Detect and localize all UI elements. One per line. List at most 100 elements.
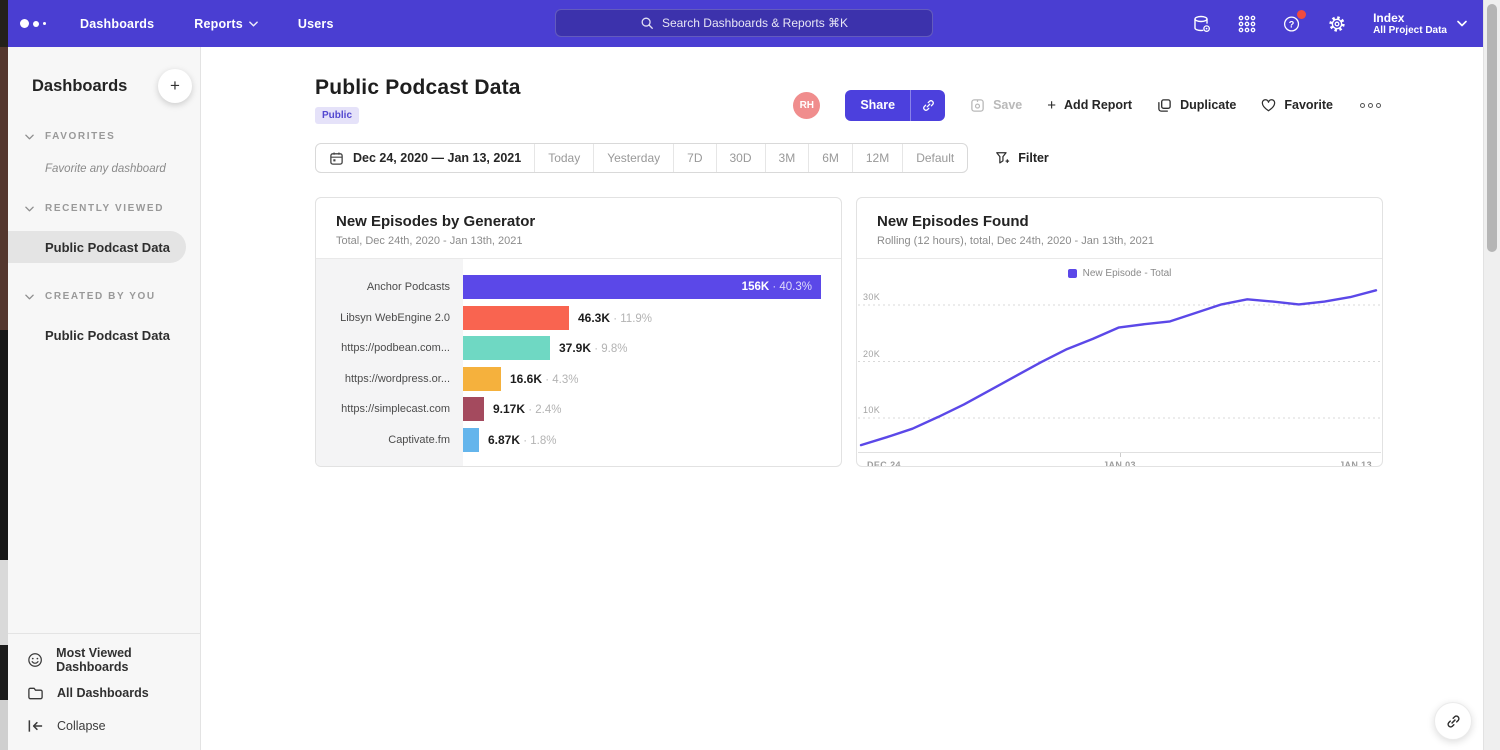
chevron-down-icon [25,294,34,300]
notification-dot [1297,10,1306,19]
bar-value-label: 37.9K · 9.8% [559,341,627,355]
bar[interactable] [463,306,569,330]
data-management-icon[interactable] [1191,13,1213,35]
search-placeholder: Search Dashboards & Reports ⌘K [662,16,848,30]
card-title: New Episodes by Generator [336,213,821,230]
nav-reports-label: Reports [194,17,243,31]
preset-6m[interactable]: 6M [808,144,852,172]
filter-button[interactable]: Filter [995,150,1049,166]
preset-12m[interactable]: 12M [852,144,902,172]
bar-row[interactable]: 46.3K · 11.9% [463,303,841,334]
all-dashboards-label: All Dashboards [57,686,149,700]
search-input[interactable]: Search Dashboards & Reports ⌘K [555,9,933,37]
favorites-empty-text: Favorite any dashboard [8,163,200,175]
gear-icon[interactable] [1326,13,1348,35]
plus-icon: + [170,76,180,96]
nav-users-label: Users [298,17,334,31]
duplicate-label: Duplicate [1180,98,1236,112]
favorite-label: Favorite [1284,98,1333,112]
bar[interactable] [463,428,479,452]
date-range-picker[interactable]: Dec 24, 2020 — Jan 13, 2021 [316,144,534,172]
preset-3m[interactable]: 3M [765,144,809,172]
share-button[interactable]: Share [845,90,945,121]
logo-dots-icon[interactable] [20,19,46,28]
bar[interactable] [463,397,484,421]
bar[interactable] [463,336,550,360]
bar-value-label: 9.17K · 2.4% [493,402,561,416]
all-dashboards-button[interactable]: All Dashboards [8,676,200,709]
collapse-sidebar-button[interactable]: Collapse [8,709,200,742]
scrollbar-thumb[interactable] [1487,4,1497,252]
sidebar-item-public-podcast-data-created[interactable]: Public Podcast Data [8,319,200,351]
line-chart: 10K20K30K [858,285,1381,452]
legend-swatch [1068,269,1077,278]
bar-row[interactable]: 6.87K · 1.8% [463,425,841,456]
sidebar-item-public-podcast-data[interactable]: Public Podcast Data [8,231,186,263]
folder-icon [27,685,44,701]
section-recently-viewed[interactable]: RECENTLY VIEWED [8,203,200,214]
nav-dashboards[interactable]: Dashboards [80,17,154,31]
preset-7d[interactable]: 7D [673,144,715,172]
preset-30d[interactable]: 30D [716,144,765,172]
report-card-new-episodes-found[interactable]: New Episodes Found Rolling (12 hours), t… [856,197,1383,467]
share-button-label: Share [845,90,910,121]
chevron-down-icon [25,134,34,140]
bar-category-label: Libsyn WebEngine 2.0 [316,303,463,334]
date-range-label: Dec 24, 2020 — Jan 13, 2021 [353,151,521,165]
preset-today[interactable]: Today [534,144,593,172]
svg-text:?: ? [1289,19,1295,29]
bar-row[interactable]: 9.17K · 2.4% [463,394,841,425]
more-options-button[interactable] [1358,99,1383,112]
new-dashboard-button[interactable]: + [158,69,192,103]
bar-row[interactable]: 156K · 40.3% [463,272,841,303]
nav-users[interactable]: Users [298,17,334,31]
bar-row[interactable]: 16.6K · 4.3% [463,364,841,395]
link-icon [1445,713,1462,730]
duplicate-button[interactable]: Duplicate [1157,98,1236,113]
filter-icon [995,150,1010,166]
collapse-label: Collapse [57,719,106,733]
project-subtitle: All Project Data [1373,25,1447,37]
avatar[interactable]: RH [793,92,820,119]
page-title: Public Podcast Data [315,76,521,100]
bar-row[interactable]: 37.9K · 9.8% [463,333,841,364]
vertical-scrollbar[interactable] [1483,0,1500,750]
bar-chart: Anchor PodcastsLibsyn WebEngine 2.0https… [316,259,841,467]
bar-value-label: 46.3K · 11.9% [578,311,652,325]
favorite-button[interactable]: Favorite [1261,98,1333,113]
line-chart-x-axis: DEC 24JAN 03JAN 13 [858,452,1381,467]
bar[interactable]: 156K · 40.3% [463,275,821,299]
search-icon [640,16,654,30]
report-card-new-episodes-by-generator[interactable]: New Episodes by Generator Total, Dec 24t… [315,197,842,467]
section-created-by-you[interactable]: CREATED BY YOU [8,291,200,302]
bar[interactable] [463,367,501,391]
card-subtitle: Rolling (12 hours), total, Dec 24th, 202… [877,235,1362,247]
public-badge: Public [315,107,359,124]
divider [857,258,1382,259]
nav-reports[interactable]: Reports [194,17,258,31]
chevron-down-icon [249,21,258,27]
most-viewed-dashboards-button[interactable]: Most Viewed Dashboards [8,643,200,676]
copy-share-link-button[interactable] [911,90,945,121]
x-axis-tick-label: JAN 13 [1339,460,1372,467]
project-name: Index [1373,11,1447,25]
preset-default[interactable]: Default [902,144,967,172]
card-title: New Episodes Found [877,213,1362,230]
apps-grid-icon[interactable] [1236,13,1258,35]
x-axis-tick-label: JAN 03 [1103,460,1136,467]
preset-yesterday[interactable]: Yesterday [593,144,673,172]
help-icon[interactable]: ? [1281,13,1303,35]
floating-share-link-button[interactable] [1434,702,1472,740]
smiley-icon [27,652,43,668]
bar-value-label: 156K · 40.3% [742,281,812,293]
sidebar: Dashboards + FAVORITES Favorite any dash… [8,47,201,750]
background-window-strip [0,0,8,750]
add-report-button[interactable]: + Add Report [1047,98,1132,113]
section-created-by-you-label: CREATED BY YOU [45,291,156,302]
section-favorites[interactable]: FAVORITES [8,131,200,142]
top-navbar: Dashboards Reports Users Search Dashboar… [5,0,1483,47]
heart-icon [1261,98,1276,113]
project-switcher[interactable]: Index All Project Data [1373,11,1467,37]
sidebar-title: Dashboards [32,77,127,96]
save-button[interactable]: Save [970,98,1022,113]
